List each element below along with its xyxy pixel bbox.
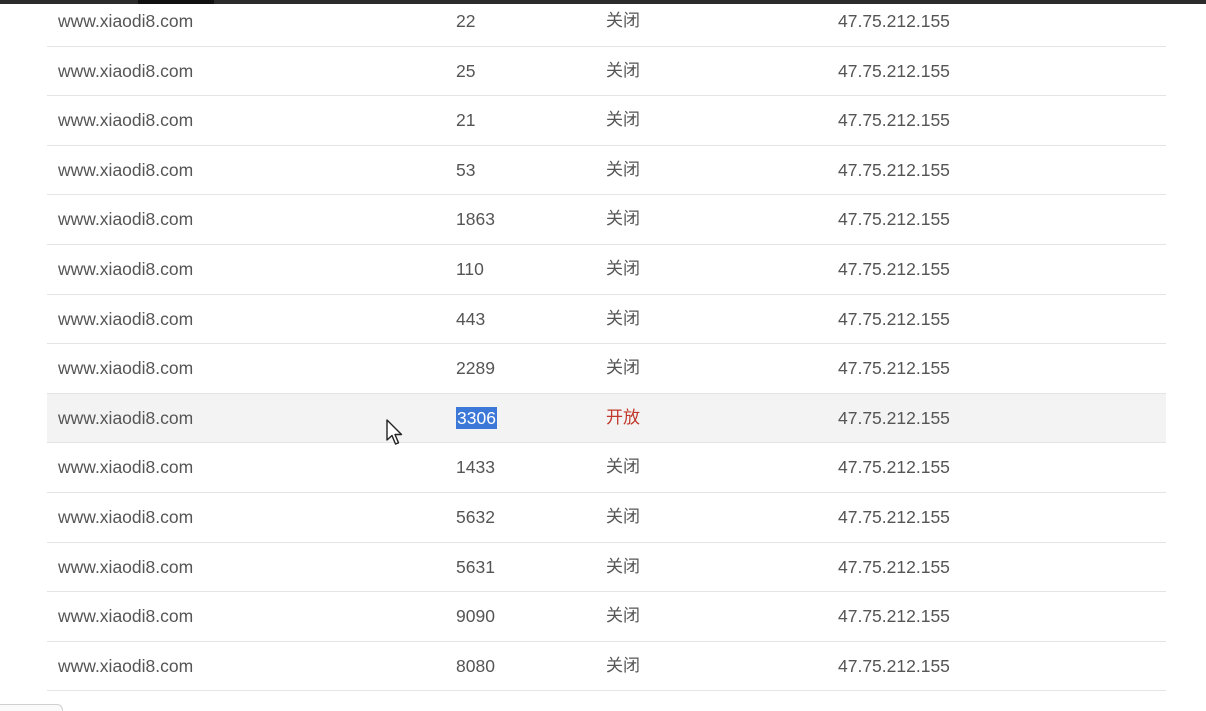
table-row-hovered[interactable]: www.xiaodi8.com 3306 开放 47.75.212.155 <box>47 393 1166 444</box>
ip-cell: 47.75.212.155 <box>838 159 950 180</box>
table-row[interactable]: www.xiaodi8.com 110 关闭 47.75.212.155 <box>47 245 1166 295</box>
domain-cell: www.xiaodi8.com <box>58 358 194 379</box>
domain-cell: www.xiaodi8.com <box>58 11 194 31</box>
port-cell: 1863 <box>456 209 495 230</box>
table-row[interactable]: www.xiaodi8.com 22 关闭 47.75.212.155 <box>47 0 1166 47</box>
ip-cell: 47.75.212.155 <box>838 407 950 428</box>
ip-cell: 47.75.212.155 <box>838 11 950 31</box>
table-row[interactable]: www.xiaodi8.com 1863 关闭 47.75.212.155 <box>47 195 1166 245</box>
port-cell: 5631 <box>456 556 495 577</box>
table-row[interactable]: www.xiaodi8.com 1433 关闭 47.75.212.155 <box>47 443 1166 493</box>
selected-port-text[interactable]: 3306 <box>456 406 497 429</box>
domain-cell: www.xiaodi8.com <box>58 308 194 329</box>
domain-cell: www.xiaodi8.com <box>58 60 194 81</box>
ip-cell: 47.75.212.155 <box>838 110 950 131</box>
status-cell: 关闭 <box>606 358 640 379</box>
port-cell: 53 <box>456 159 476 180</box>
ip-cell: 47.75.212.155 <box>838 457 950 478</box>
domain-cell: www.xiaodi8.com <box>58 159 194 180</box>
port-cell: 8080 <box>456 655 495 676</box>
port-cell: 443 <box>456 308 486 329</box>
status-cell-open: 开放 <box>606 407 640 428</box>
port-cell: 110 <box>456 258 484 279</box>
status-cell: 关闭 <box>606 655 640 676</box>
ip-cell: 47.75.212.155 <box>838 209 950 230</box>
corner-tab <box>0 704 63 711</box>
domain-cell: www.xiaodi8.com <box>58 506 194 527</box>
ip-cell: 47.75.212.155 <box>838 308 950 329</box>
table-row[interactable]: www.xiaodi8.com 21 关闭 47.75.212.155 <box>47 96 1166 146</box>
status-cell: 关闭 <box>606 258 640 279</box>
port-cell: 25 <box>456 60 476 81</box>
domain-cell: www.xiaodi8.com <box>58 457 194 478</box>
domain-cell: www.xiaodi8.com <box>58 655 194 676</box>
table-row[interactable]: www.xiaodi8.com 443 关闭 47.75.212.155 <box>47 295 1166 345</box>
ip-cell: 47.75.212.155 <box>838 258 950 279</box>
status-cell: 关闭 <box>606 110 640 131</box>
table-row[interactable]: www.xiaodi8.com 9090 关闭 47.75.212.155 <box>47 592 1166 642</box>
port-cell: 5632 <box>456 506 495 527</box>
status-cell: 关闭 <box>606 11 640 31</box>
ip-cell: 47.75.212.155 <box>838 358 950 379</box>
table-row[interactable]: www.xiaodi8.com 25 关闭 47.75.212.155 <box>47 47 1166 97</box>
status-cell: 关闭 <box>606 606 640 627</box>
domain-cell: www.xiaodi8.com <box>58 258 194 279</box>
ip-cell: 47.75.212.155 <box>838 60 950 81</box>
ip-cell: 47.75.212.155 <box>838 606 950 627</box>
status-cell: 关闭 <box>606 506 640 527</box>
port-cell: 22 <box>456 11 476 31</box>
domain-cell: www.xiaodi8.com <box>58 606 194 627</box>
ip-cell: 47.75.212.155 <box>838 556 950 577</box>
table-row[interactable]: www.xiaodi8.com 2289 关闭 47.75.212.155 <box>47 344 1166 394</box>
domain-cell: www.xiaodi8.com <box>58 110 194 131</box>
status-cell: 关闭 <box>606 308 640 329</box>
port-cell-selected[interactable]: 3306 <box>456 394 497 444</box>
status-cell: 关闭 <box>606 457 640 478</box>
status-cell: 关闭 <box>606 159 640 180</box>
port-cell: 1433 <box>456 457 495 478</box>
table-row[interactable]: www.xiaodi8.com 8080 关闭 47.75.212.155 <box>47 642 1166 692</box>
status-cell: 关闭 <box>606 60 640 81</box>
domain-cell: www.xiaodi8.com <box>58 407 194 428</box>
table-row[interactable]: www.xiaodi8.com 5631 关闭 47.75.212.155 <box>47 543 1166 593</box>
port-cell: 9090 <box>456 606 495 627</box>
table-row[interactable]: www.xiaodi8.com 53 关闭 47.75.212.155 <box>47 146 1166 196</box>
domain-cell: www.xiaodi8.com <box>58 209 194 230</box>
mouse-pointer-icon <box>386 419 403 445</box>
port-cell: 2289 <box>456 358 495 379</box>
ip-cell: 47.75.212.155 <box>838 655 950 676</box>
port-scan-table: www.xiaodi8.com 22 关闭 47.75.212.155 www.… <box>47 0 1166 692</box>
status-cell: 关闭 <box>606 209 640 230</box>
domain-cell: www.xiaodi8.com <box>58 556 194 577</box>
table-row[interactable]: www.xiaodi8.com 5632 关闭 47.75.212.155 <box>47 493 1166 543</box>
ip-cell: 47.75.212.155 <box>838 506 950 527</box>
bottom-fade <box>0 693 1206 711</box>
port-cell: 21 <box>456 110 476 131</box>
status-cell: 关闭 <box>606 556 640 577</box>
